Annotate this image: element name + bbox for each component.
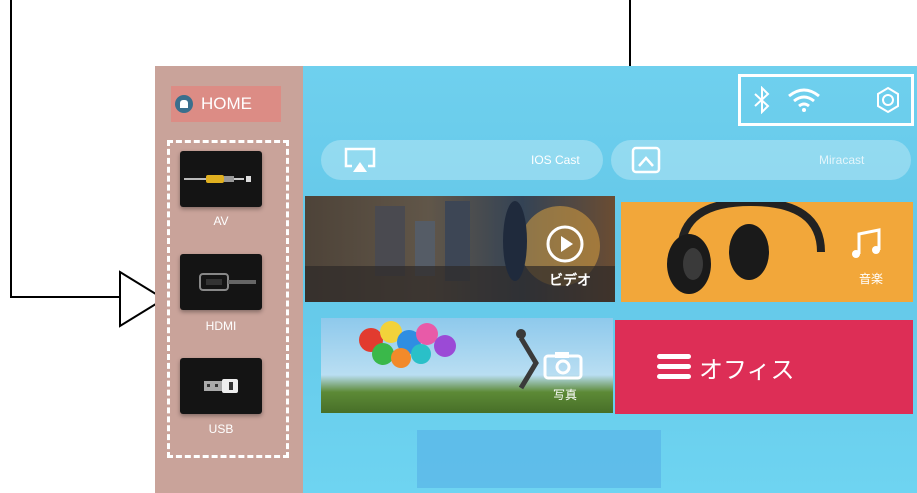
- source-av-label: AV: [213, 214, 229, 228]
- usb-drive-icon: [204, 379, 238, 393]
- main-area: IOS Cast Miracast ビデオ 音楽 写真 オフィス: [303, 66, 917, 493]
- music-note-icon: [852, 228, 881, 258]
- camera-icon: [543, 352, 583, 380]
- ios-cast-label: IOS Cast: [531, 153, 580, 167]
- home-icon: [175, 95, 193, 113]
- source-hdmi-button[interactable]: [180, 254, 262, 310]
- source-hdmi-label: HDMI: [205, 319, 237, 333]
- music-label: 音楽: [859, 272, 884, 286]
- av-cable-icon: [184, 175, 251, 183]
- office-label: オフィス: [699, 357, 795, 384]
- source-usb-button[interactable]: [180, 358, 262, 414]
- photo-label: 写真: [553, 388, 578, 402]
- list-icon: [657, 354, 691, 379]
- office-tile[interactable]: オフィス: [615, 320, 913, 414]
- miracast-icon: [631, 146, 661, 174]
- play-circle-icon: [546, 225, 584, 263]
- airplay-icon: [344, 147, 376, 172]
- miracast-button[interactable]: Miracast: [611, 140, 911, 180]
- miracast-label: Miracast: [819, 153, 865, 167]
- callout-line-left-horizontal: [10, 296, 120, 298]
- video-tile[interactable]: ビデオ: [305, 196, 615, 302]
- source-usb-label: USB: [208, 422, 234, 436]
- music-tile[interactable]: 音楽: [621, 202, 913, 302]
- status-icons-highlight-frame: [738, 74, 914, 126]
- callout-line-left-vertical: [10, 0, 12, 297]
- video-label: ビデオ: [549, 272, 591, 288]
- projector-home-screen: HOME AV HDMI USB IOS Cast Miracast ビデオ 音…: [155, 66, 917, 493]
- hdmi-cable-icon: [199, 273, 256, 291]
- photo-tile[interactable]: 写真: [321, 318, 613, 413]
- home-label: HOME: [201, 94, 252, 113]
- blank-tile[interactable]: [417, 430, 661, 488]
- home-button[interactable]: HOME: [171, 86, 281, 122]
- source-sidebar: HOME AV HDMI USB: [155, 66, 303, 493]
- source-av-button[interactable]: [180, 151, 262, 207]
- ios-cast-button[interactable]: IOS Cast: [321, 140, 603, 180]
